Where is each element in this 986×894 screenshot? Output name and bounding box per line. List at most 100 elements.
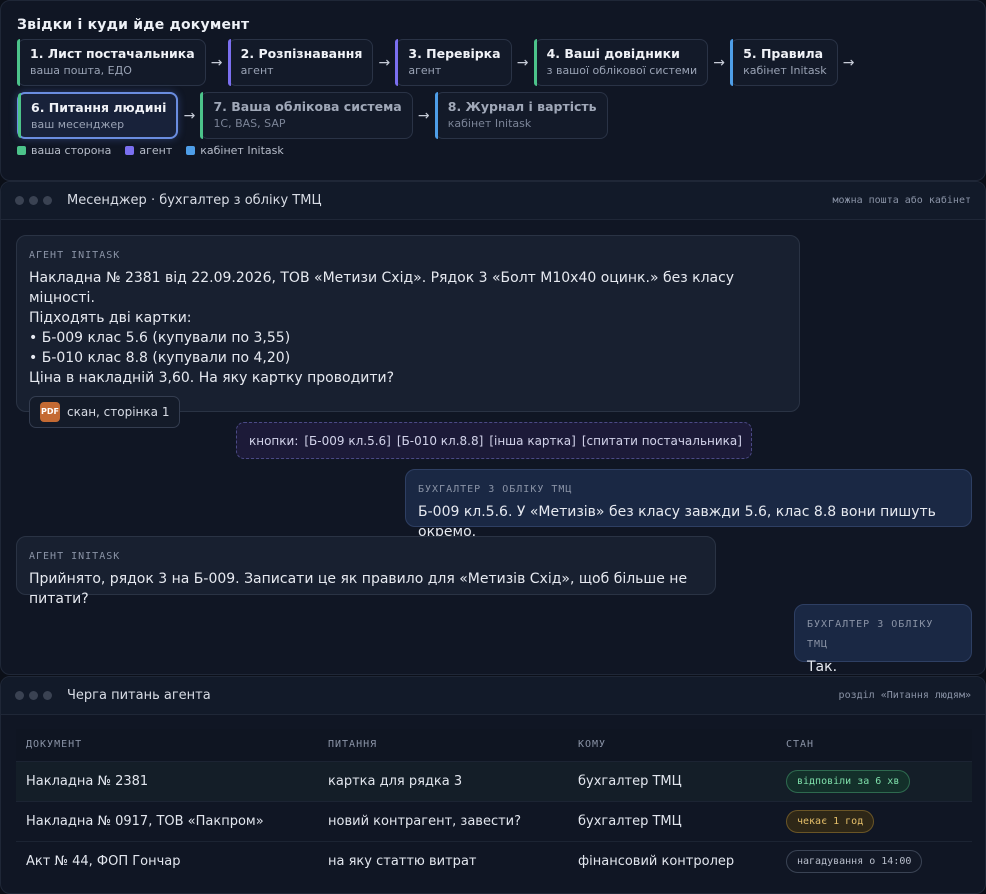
step-title: 6. Питання людині	[31, 100, 167, 115]
step-title: 5. Правила	[743, 46, 824, 61]
message-text: Прийнято, рядок 3 на Б-009. Записати це …	[29, 571, 688, 607]
step-subtitle: ваш месенджер	[31, 118, 125, 131]
message-sender: БУХГАЛТЕР З ОБЛІКУ ТМЦ	[807, 619, 934, 650]
message-line: Ціна в накладній 3,60. На яку картку про…	[29, 370, 395, 386]
flow-step-7: 7. Ваша облікова система 1С, BAS, SAP	[200, 92, 413, 139]
buttons-prefix: кнопки:	[249, 433, 299, 448]
arrow-right-icon: →	[713, 54, 725, 71]
status-badge: чекає 1 год	[786, 809, 875, 833]
step-subtitle: агент	[408, 64, 442, 77]
messenger-title: Месенджер · бухгалтер з обліку ТМЦ	[67, 193, 322, 208]
window-dot-icon[interactable]	[43, 196, 52, 205]
cell-document: Акт № 44, ФОП Гончар	[16, 840, 318, 881]
cell-document: Накладна № 2381	[16, 760, 318, 801]
quick-reply-button[interactable]: [інша картка]	[489, 434, 576, 448]
step-title: 3. Перевірка	[408, 46, 501, 61]
legend-label: ваша сторона	[31, 144, 112, 157]
window-dot-icon[interactable]	[29, 196, 38, 205]
legend-swatch	[125, 146, 135, 155]
cell-question: на яку статтю витрат	[318, 840, 568, 881]
status-badge: нагадування о 14:00	[786, 849, 923, 873]
queue-title: Черга питань агента	[67, 688, 211, 703]
column-header: СТАН	[776, 729, 972, 761]
step-title: 8. Журнал і вартість	[447, 99, 597, 114]
step-subtitle: з вашої облікової системи	[546, 64, 698, 77]
step-subtitle: кабінет Initask	[447, 117, 532, 130]
quick-reply-button[interactable]: [спитати постачальника]	[582, 434, 742, 448]
legend-item-agent: агент	[125, 144, 172, 157]
step-title: 2. Розпізнавання	[240, 46, 363, 61]
legend-label: кабінет Initask	[200, 144, 284, 157]
queue-table: ДОКУМЕНТ ПИТАННЯ КОМУ СТАН Накладна № 23…	[16, 729, 972, 881]
step-title: 1. Лист постачальника	[30, 46, 195, 61]
message-sender: БУХГАЛТЕР З ОБЛІКУ ТМЦ	[418, 484, 573, 495]
legend-item-your-side: ваша сторона	[17, 144, 111, 157]
legend: ваша сторона агент кабінет Initask	[17, 144, 969, 157]
flow-row-2: 6. Питання людині ваш месенджер → 7. Ваш…	[17, 92, 969, 139]
flow-step-6-active: 6. Питання людині ваш месенджер	[17, 92, 179, 139]
arrow-right-icon: →	[183, 107, 196, 124]
message-line: Накладна № 2381 від 22.09.2026, ТОВ «Мет…	[29, 270, 735, 306]
messenger-titlebar: Месенджер · бухгалтер з обліку ТМЦ можна…	[1, 182, 985, 220]
arrow-right-icon: →	[378, 54, 391, 71]
table-row[interactable]: Накладна № 2381 картка для рядка 3 бухга…	[16, 760, 972, 801]
message-line: Підходять дві картки:	[29, 310, 192, 326]
legend-label: агент	[139, 144, 173, 157]
arrow-right-icon: →	[516, 54, 529, 71]
message-line: • Б-009 клас 5.6 (купували по 3,55)	[29, 330, 291, 346]
flow-step-2: 2. Розпізнавання агент	[227, 39, 374, 86]
step-subtitle: кабінет Initask	[743, 64, 827, 77]
flow-step-4: 4. Ваші довідники з вашої облікової сист…	[533, 39, 709, 86]
window-controls	[15, 196, 57, 205]
table-row[interactable]: Акт № 44, ФОП Гончар на яку статтю витра…	[16, 840, 972, 881]
flow-step-3: 3. Перевірка агент	[395, 39, 512, 86]
cell-status: відповіли за 6 хв	[776, 760, 972, 801]
window-dot-icon[interactable]	[15, 196, 24, 205]
step-subtitle: ваша пошта, ЕДО	[30, 64, 132, 77]
window-dot-icon[interactable]	[43, 691, 52, 700]
status-badge: відповіли за 6 хв	[786, 769, 911, 793]
cell-recipient: фінансовий контролер	[568, 840, 776, 881]
flow-step-5: 5. Правила кабінет Initask	[730, 39, 838, 86]
quick-reply-buttons: кнопки: [Б-009 кл.5.6] [Б-010 кл.8.8] [і…	[236, 422, 752, 459]
flow-step-8: 8. Журнал і вартість кабінет Initask	[434, 92, 608, 139]
pdf-attachment[interactable]: PDF скан, сторінка 1	[29, 396, 181, 428]
cell-status: чекає 1 год	[776, 800, 972, 841]
arrow-right-icon: →	[842, 54, 855, 71]
messenger-window: Месенджер · бухгалтер з обліку ТМЦ можна…	[0, 181, 986, 675]
flow-title: Звідки і куди йде документ	[17, 17, 250, 33]
agent-question-queue-window: Черга питань агента розділ «Питання людя…	[0, 676, 986, 894]
window-dot-icon[interactable]	[15, 691, 24, 700]
legend-item-cabinet: кабінет Initask	[186, 144, 284, 157]
window-dot-icon[interactable]	[29, 691, 38, 700]
flow-row-1: 1. Лист постачальника ваша пошта, ЕДО → …	[17, 39, 969, 86]
column-header: ДОКУМЕНТ	[16, 729, 318, 761]
column-header: КОМУ	[568, 729, 776, 761]
cell-question: новий контрагент, завести?	[318, 800, 568, 841]
step-title: 4. Ваші довідники	[546, 46, 680, 61]
column-header: ПИТАННЯ	[318, 729, 568, 761]
window-controls	[15, 691, 57, 700]
message-text: Так.	[807, 659, 838, 675]
agent-message-2: АГЕНТ INITASK Прийнято, рядок 3 на Б-009…	[16, 536, 716, 607]
message-line: • Б-010 клас 8.8 (купували по 4,20)	[29, 350, 291, 366]
step-subtitle: 1С, BAS, SAP	[213, 117, 286, 130]
table-header-row: ДОКУМЕНТ ПИТАННЯ КОМУ СТАН	[16, 729, 972, 761]
pdf-icon: PDF	[40, 402, 60, 422]
user-message-1: БУХГАЛТЕР З ОБЛІКУ ТМЦ Б-009 кл.5.6. У «…	[405, 469, 972, 540]
queue-hint: розділ «Питання людям»	[838, 690, 971, 701]
table-row[interactable]: Накладна № 0917, ТОВ «Пакпром» новий кон…	[16, 800, 972, 841]
cell-recipient: бухгалтер ТМЦ	[568, 760, 776, 801]
document-flow-panel: Звідки і куди йде документ 1. Лист поста…	[0, 0, 986, 181]
message-sender: АГЕНТ INITASK	[29, 250, 121, 261]
quick-reply-button[interactable]: [Б-010 кл.8.8]	[397, 434, 483, 448]
flow-step-1: 1. Лист постачальника ваша пошта, ЕДО	[17, 39, 206, 86]
cell-status: нагадування о 14:00	[776, 840, 972, 881]
cell-recipient: бухгалтер ТМЦ	[568, 800, 776, 841]
quick-reply-button[interactable]: [Б-009 кл.5.6]	[304, 434, 390, 448]
step-subtitle: агент	[240, 64, 274, 77]
arrow-right-icon: →	[417, 107, 430, 124]
attachment-label: скан, сторінка 1	[67, 405, 170, 419]
agent-message-1: АГЕНТ INITASK Накладна № 2381 від 22.09.…	[16, 235, 800, 428]
cell-question: картка для рядка 3	[318, 760, 568, 801]
